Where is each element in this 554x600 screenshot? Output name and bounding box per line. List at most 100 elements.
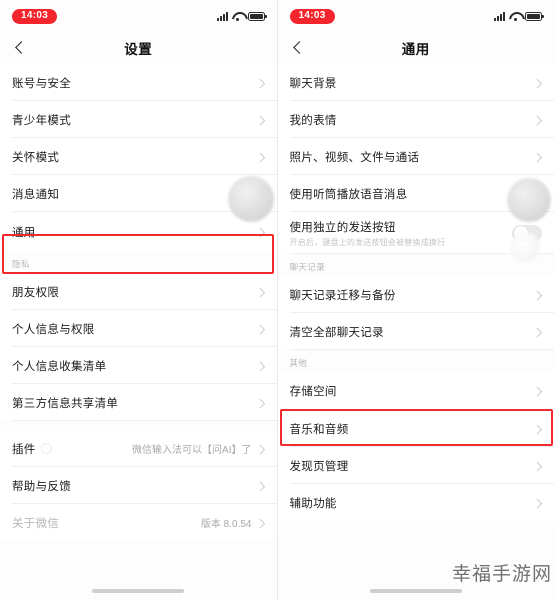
chevron-right-icon: [533, 498, 542, 507]
right-phone-screen: 14:03 通用 聊天背景 我的表情 照片、视频、文件与通话 使用听筒播放语音消…: [277, 0, 554, 600]
row-divider: [12, 420, 277, 421]
row-label: 我的表情: [289, 114, 337, 127]
chevron-right-icon: [533, 327, 542, 336]
sidebar-item-friend-permissions[interactable]: 朋友权限: [0, 273, 277, 310]
chevron-right-icon: [256, 152, 265, 161]
row-label: 关于微信: [12, 517, 60, 530]
right-status-bar: 14:03: [278, 0, 554, 32]
row-label: 消息通知: [12, 188, 60, 201]
list-item-chat-background[interactable]: 聊天背景: [277, 64, 554, 101]
signal-bars-icon: [494, 11, 505, 21]
row-label: 辅助功能: [289, 497, 337, 510]
list-item-separate-send-button[interactable]: 使用独立的发送按钮 开启后，键盘上的发送按钮会被替换成换行: [277, 212, 554, 254]
row-label: 帮助与反馈: [12, 480, 71, 493]
row-sublabel: 开启后，键盘上的发送按钮会被替换成换行: [289, 237, 446, 247]
row-label: 第三方信息共享清单: [12, 397, 119, 410]
sidebar-item-personal-info-permissions[interactable]: 个人信息与权限: [0, 310, 277, 347]
row-label: 使用听筒播放语音消息: [289, 188, 408, 201]
left-settings-list: 账号与安全 青少年模式 关怀模式 消息通知 通用 隐私 朋友权限 个人信息与权限…: [0, 64, 277, 541]
toggle-earpiece-playback[interactable]: [512, 185, 542, 202]
sidebar-item-plugins[interactable]: 插件 微信输入法可以【问AI】了: [0, 430, 277, 467]
group-label-chat-history: 聊天记录: [289, 262, 326, 272]
sidebar-item-help-feedback[interactable]: 帮助与反馈: [0, 467, 277, 504]
row-divider: [289, 253, 554, 254]
status-icons: [216, 11, 267, 21]
battery-icon: [525, 11, 544, 21]
list-item-music-and-audio[interactable]: 音乐和音频: [277, 410, 554, 447]
row-value: 微信输入法可以【问AI】了: [132, 445, 252, 456]
sidebar-item-general[interactable]: 通用: [0, 212, 277, 251]
right-general-list: 聊天背景 我的表情 照片、视频、文件与通话 使用听筒播放语音消息 使用独立的发送…: [277, 64, 554, 521]
chevron-right-icon: [256, 227, 265, 236]
row-label: 通用: [12, 226, 36, 239]
sidebar-item-account-security[interactable]: 账号与安全: [0, 64, 277, 101]
back-chevron-icon[interactable]: [290, 40, 306, 56]
page-title: 通用: [401, 42, 430, 57]
sidebar-item-third-party-sharing-list[interactable]: 第三方信息共享清单: [0, 384, 277, 421]
row-label: 音乐和音频: [289, 423, 349, 436]
sidebar-item-about-wechat[interactable]: 关于微信 版本 8.0.54: [0, 504, 277, 541]
row-label: 聊天背景: [289, 77, 337, 90]
sidebar-item-personal-info-collection-list[interactable]: 个人信息收集清单: [0, 347, 277, 384]
row-label: 插件: [12, 443, 36, 456]
plugin-badge-icon: [40, 443, 52, 454]
wifi-icon: [232, 12, 244, 21]
sidebar-item-care-mode[interactable]: 关怀模式: [0, 138, 277, 175]
chevron-right-icon: [533, 115, 542, 124]
left-phone-screen: 14:03 设置 账号与安全 青少年模式 关怀模式 消息通知 通用 隐私 朋友权…: [0, 0, 278, 600]
chevron-right-icon: [256, 444, 265, 453]
home-indicator: [369, 589, 462, 593]
chevron-right-icon: [256, 189, 265, 198]
list-item-accessibility[interactable]: 辅助功能: [277, 484, 554, 521]
left-nav-bar: 设置: [0, 32, 277, 64]
wifi-icon: [509, 12, 521, 21]
signal-bars-icon: [216, 11, 228, 21]
chevron-right-icon: [256, 287, 265, 296]
list-gap: [0, 421, 277, 430]
list-item-my-stickers[interactable]: 我的表情: [277, 101, 554, 138]
row-value: 版本 8.0.54: [200, 519, 252, 530]
chevron-right-icon: [256, 78, 265, 87]
row-label: 青少年模式: [12, 114, 71, 127]
chevron-right-icon: [256, 324, 265, 333]
chevron-right-icon: [256, 115, 265, 124]
status-time: 14:03: [12, 8, 58, 24]
home-indicator: [92, 589, 185, 593]
row-label: 朋友权限: [12, 286, 60, 299]
row-label: 聊天记录迁移与备份: [289, 289, 396, 302]
sidebar-item-teen-mode[interactable]: 青少年模式: [0, 101, 277, 138]
list-item-clear-all-chat-history[interactable]: 清空全部聊天记录: [277, 313, 554, 350]
battery-icon: [247, 11, 267, 21]
toggle-separate-send-button[interactable]: [512, 224, 542, 242]
row-label: 使用独立的发送按钮: [289, 221, 396, 234]
right-nav-bar: 通用: [278, 32, 554, 64]
row-label: 存储空间: [289, 386, 337, 398]
list-item-chat-migrate-backup[interactable]: 聊天记录迁移与备份: [277, 276, 554, 313]
group-label-other: 其他: [289, 358, 308, 368]
status-time: 14:03: [289, 8, 335, 24]
back-chevron-icon[interactable]: [12, 40, 28, 56]
row-label: 发现页管理: [289, 460, 349, 473]
row-label: 照片、视频、文件与通话: [289, 151, 420, 164]
chevron-right-icon: [533, 424, 542, 433]
list-item-storage-space[interactable]: 存储空间: [277, 372, 554, 410]
chevron-right-icon: [533, 78, 542, 87]
chevron-right-icon: [533, 387, 542, 396]
chevron-right-icon: [256, 398, 265, 407]
row-label: 清空全部聊天记录: [289, 326, 384, 339]
chevron-right-icon: [256, 518, 265, 527]
list-item-earpiece-voice-playback[interactable]: 使用听筒播放语音消息: [277, 175, 554, 212]
chevron-right-icon: [256, 481, 265, 490]
chevron-right-icon: [533, 290, 542, 299]
row-label: 关怀模式: [12, 151, 60, 164]
row-label: 个人信息与权限: [12, 323, 95, 336]
row-divider: [289, 349, 554, 350]
dual-phone-screenshot: 14:03 设置 账号与安全 青少年模式 关怀模式 消息通知 通用 隐私 朋友权…: [0, 0, 554, 600]
group-label-privacy: 隐私: [12, 259, 30, 269]
page-title: 设置: [124, 42, 153, 57]
list-item-discover-page-management[interactable]: 发现页管理: [277, 447, 554, 484]
sidebar-item-message-notification[interactable]: 消息通知: [0, 175, 277, 212]
chevron-right-icon: [533, 152, 542, 161]
list-item-photos-videos-files-calls[interactable]: 照片、视频、文件与通话: [277, 138, 554, 175]
chevron-right-icon: [533, 461, 542, 470]
